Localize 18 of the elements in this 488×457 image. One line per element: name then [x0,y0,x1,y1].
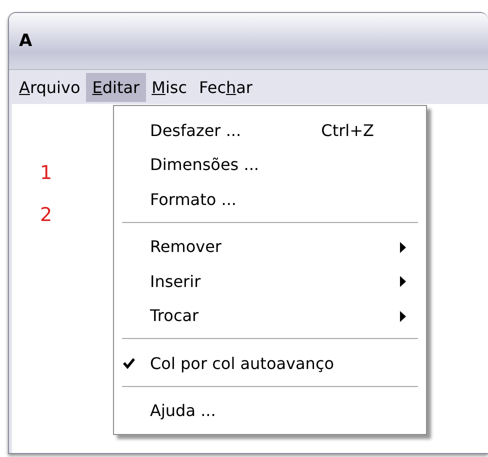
submenu-arrow-icon [400,310,406,322]
menu-item[interactable]: Trocar [114,298,426,333]
submenu-arrow-icon [400,276,406,287]
menu-item[interactable]: Inserir [114,264,426,298]
menu-bar-item[interactable]: Fechar [193,72,259,102]
menu-item[interactable]: Remover [114,230,426,264]
number-label: 1 [40,162,52,184]
window-title: A [19,31,32,51]
submenu-arrow-icon [400,242,406,252]
menu-item[interactable]: Formato ... [114,182,426,216]
menu-item[interactable]: Desfazer ... Ctrl+Z [114,113,426,148]
menu-bar-item[interactable]: Arquivo [13,72,86,102]
menu-item[interactable]: Ajuda ... [114,394,426,428]
number-label: 2 [40,204,52,226]
menu-item[interactable]: Dimensões ... [114,148,426,182]
menu-item[interactable]: Col por col autoavanço [114,346,426,380]
menu-bar-item[interactable]: Misc [146,72,194,102]
menu-bar-item[interactable]: Editar [86,72,146,102]
